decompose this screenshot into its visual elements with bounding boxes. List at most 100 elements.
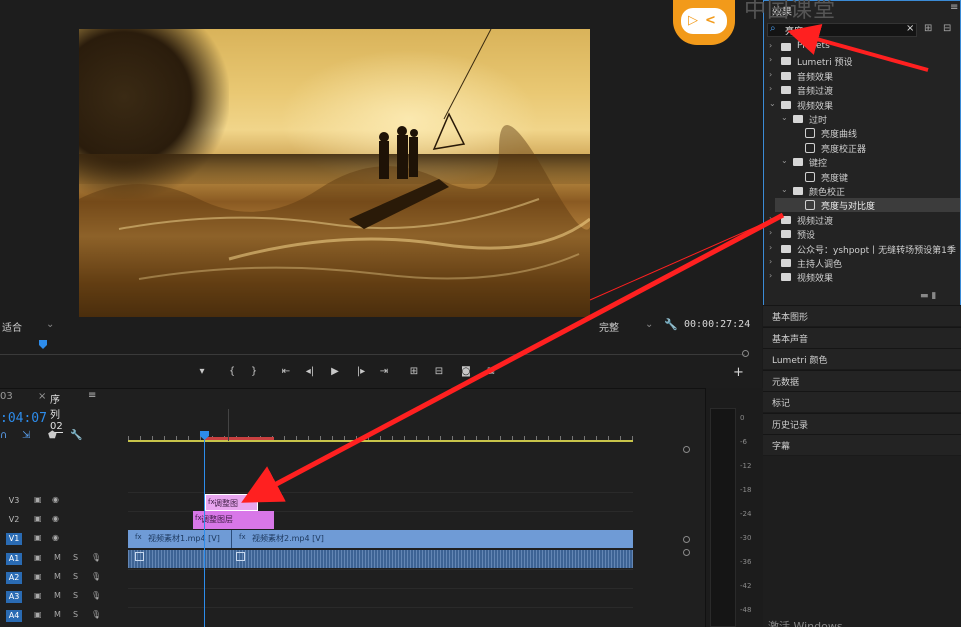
add-marker-button[interactable]: ▾ bbox=[195, 365, 209, 379]
microphone-icon[interactable]: 🎙 bbox=[91, 591, 101, 600]
chevron-right-icon[interactable]: › bbox=[769, 257, 772, 266]
step-back-button[interactable]: ◂| bbox=[303, 365, 317, 379]
chevron-down-icon[interactable]: ⌄ bbox=[781, 113, 788, 122]
playback-resolution-select[interactable]: 完整 ⌄ bbox=[597, 319, 657, 334]
chevron-right-icon[interactable]: › bbox=[769, 243, 772, 252]
effects-tree-item[interactable]: ⌄ 视频效果 bbox=[769, 99, 954, 113]
solo-button[interactable]: S bbox=[73, 610, 78, 619]
sync-lock-icon[interactable]: ▣ bbox=[34, 591, 42, 600]
mark-in-button[interactable]: { bbox=[225, 365, 239, 379]
microphone-icon[interactable]: 🎙 bbox=[91, 572, 101, 581]
tab-previous-sequence[interactable]: 03 bbox=[0, 391, 13, 402]
sync-lock-icon[interactable]: ▣ bbox=[34, 553, 42, 562]
timeline-playhead-timecode[interactable]: :04:07 bbox=[0, 411, 47, 426]
close-icon[interactable]: × bbox=[38, 391, 46, 402]
effects-tree-item[interactable]: › 公众号：yshpopt丨无缝转场预设第1季 bbox=[769, 243, 956, 257]
chevron-right-icon[interactable]: › bbox=[769, 41, 772, 50]
collapsed-panel[interactable]: Lumetri 颜色 bbox=[763, 348, 961, 369]
chevron-right-icon[interactable]: › bbox=[769, 228, 772, 237]
nest-icon[interactable]: ∩ bbox=[0, 430, 7, 441]
solo-button[interactable]: S bbox=[73, 591, 78, 600]
microphone-icon[interactable]: 🎙 bbox=[91, 553, 101, 562]
marker-icon[interactable]: ⬟ bbox=[48, 430, 57, 441]
solo-button[interactable]: S bbox=[73, 572, 78, 581]
adjustment-layer-clip-v3[interactable]: fx 调整图 bbox=[205, 494, 258, 511]
video-clip-2[interactable]: fx 视频素材2.mp4 [V] bbox=[231, 530, 633, 548]
panel-menu-icon[interactable]: ≡ bbox=[88, 390, 96, 401]
chevron-right-icon[interactable]: › bbox=[769, 70, 772, 79]
collapsed-panel[interactable]: 标记 bbox=[763, 391, 961, 412]
zoom-select[interactable]: 适合 ⌄ bbox=[0, 319, 58, 334]
effects-tree-item[interactable]: ⌄ 颜色校正 bbox=[781, 185, 954, 199]
sync-lock-icon[interactable]: ▣ bbox=[34, 514, 42, 523]
collapsed-panel[interactable]: 基本图形 bbox=[763, 305, 961, 326]
effects-tree-item[interactable]: › 视频效果 bbox=[769, 271, 954, 285]
effects-tree-item[interactable]: 亮度曲线 bbox=[793, 127, 954, 141]
chevron-down-icon[interactable]: ⌄ bbox=[781, 185, 788, 194]
eye-icon[interactable]: ◉ bbox=[52, 514, 59, 523]
effects-tree-item[interactable]: › 视频过渡 bbox=[769, 214, 954, 228]
track-target-toggle[interactable]: A4 bbox=[6, 610, 22, 622]
collapsed-panel[interactable]: 基本声音 bbox=[763, 326, 961, 348]
effects-tree-item[interactable]: › 音频过渡 bbox=[769, 84, 954, 98]
mute-button[interactable]: M bbox=[54, 572, 61, 581]
microphone-icon[interactable]: 🎙 bbox=[91, 610, 101, 619]
chevron-down-icon[interactable]: ⌄ bbox=[769, 99, 776, 108]
clear-search-icon[interactable]: × bbox=[906, 23, 914, 34]
chevron-down-icon[interactable]: ⌄ bbox=[781, 156, 788, 165]
sync-lock-icon[interactable]: ▣ bbox=[34, 572, 42, 581]
snap-icon[interactable]: ⇲ bbox=[22, 430, 30, 441]
eye-icon[interactable]: ◉ bbox=[52, 495, 59, 504]
wrench-icon[interactable]: 🔧 bbox=[664, 318, 678, 331]
track-target-toggle[interactable]: A3 bbox=[6, 591, 22, 603]
effects-tree-item[interactable]: › Lumetri 预设 bbox=[769, 55, 954, 69]
effects-tree-item[interactable]: › 音频效果 bbox=[769, 70, 954, 84]
track-target-toggle[interactable]: A1 bbox=[6, 553, 22, 565]
track-target-toggle[interactable]: V1 bbox=[6, 533, 22, 545]
effects-tree-item[interactable]: 亮度键 bbox=[793, 171, 954, 185]
effects-tree-item[interactable]: ⌄ 过时 bbox=[781, 113, 954, 127]
effects-tree-item[interactable]: ⌄ 键控 bbox=[781, 156, 954, 170]
collapsed-panel[interactable]: 历史记录 bbox=[763, 412, 961, 434]
chevron-right-icon[interactable]: › bbox=[769, 214, 772, 223]
track-target-toggle[interactable]: V3 bbox=[6, 495, 22, 507]
tab-sequence-02[interactable]: 序列 02 bbox=[50, 391, 63, 433]
button-editor-add-button[interactable]: + bbox=[733, 365, 744, 380]
effects-tree-item[interactable]: › Presets bbox=[769, 41, 954, 55]
export-frame-button[interactable]: ◙ bbox=[459, 365, 473, 379]
track-target-toggle[interactable]: A2 bbox=[6, 572, 22, 584]
timeline-scroll-handle[interactable] bbox=[683, 446, 690, 453]
go-to-out-button[interactable]: ⇥ bbox=[377, 365, 391, 379]
effects-tree-item[interactable]: 亮度与对比度 bbox=[793, 199, 954, 213]
timeline-scroll-handle[interactable] bbox=[683, 549, 690, 556]
collapsed-panel[interactable]: 字幕 bbox=[763, 434, 961, 455]
timeline-scroll-handle[interactable] bbox=[683, 536, 690, 543]
mute-button[interactable]: M bbox=[54, 553, 61, 562]
panel-menu-icon[interactable]: ≡ bbox=[950, 2, 958, 13]
track-target-toggle[interactable]: V2 bbox=[6, 514, 22, 526]
collapsed-panel[interactable]: 元数据 bbox=[763, 369, 961, 391]
effects-tree-item[interactable]: 亮度校正器 bbox=[793, 142, 954, 156]
chevron-right-icon[interactable]: › bbox=[769, 84, 772, 93]
step-forward-button[interactable]: |▸ bbox=[354, 365, 368, 379]
mute-button[interactable]: M bbox=[54, 591, 61, 600]
compare-button[interactable]: ⧉ bbox=[484, 365, 498, 379]
effects-tree-item[interactable]: › 预设 bbox=[769, 228, 954, 242]
effects-tree-item[interactable]: › 主持人调色 bbox=[769, 257, 954, 271]
effects-search-value[interactable]: 亮度 bbox=[785, 24, 803, 37]
sync-lock-icon[interactable]: ▣ bbox=[34, 610, 42, 619]
go-to-in-button[interactable]: ⇤ bbox=[279, 365, 293, 379]
sync-lock-icon[interactable]: ▣ bbox=[34, 533, 42, 542]
sync-lock-icon[interactable]: ▣ bbox=[34, 495, 42, 504]
adjustment-layer-clip[interactable]: fx 调整图层 bbox=[193, 511, 274, 529]
mark-out-button[interactable]: } bbox=[247, 365, 261, 379]
chevron-right-icon[interactable]: › bbox=[769, 55, 772, 64]
scrub-zoom-handle[interactable] bbox=[742, 350, 749, 357]
new-preset-icon[interactable]: ⊟ bbox=[943, 23, 951, 34]
wrench-icon[interactable]: 🔧 bbox=[70, 430, 82, 441]
eye-icon[interactable]: ◉ bbox=[52, 533, 59, 542]
chevron-right-icon[interactable]: › bbox=[769, 271, 772, 280]
play-button[interactable]: ▶ bbox=[328, 365, 342, 379]
extract-button[interactable]: ⊟ bbox=[432, 365, 446, 379]
lift-button[interactable]: ⊞ bbox=[407, 365, 421, 379]
